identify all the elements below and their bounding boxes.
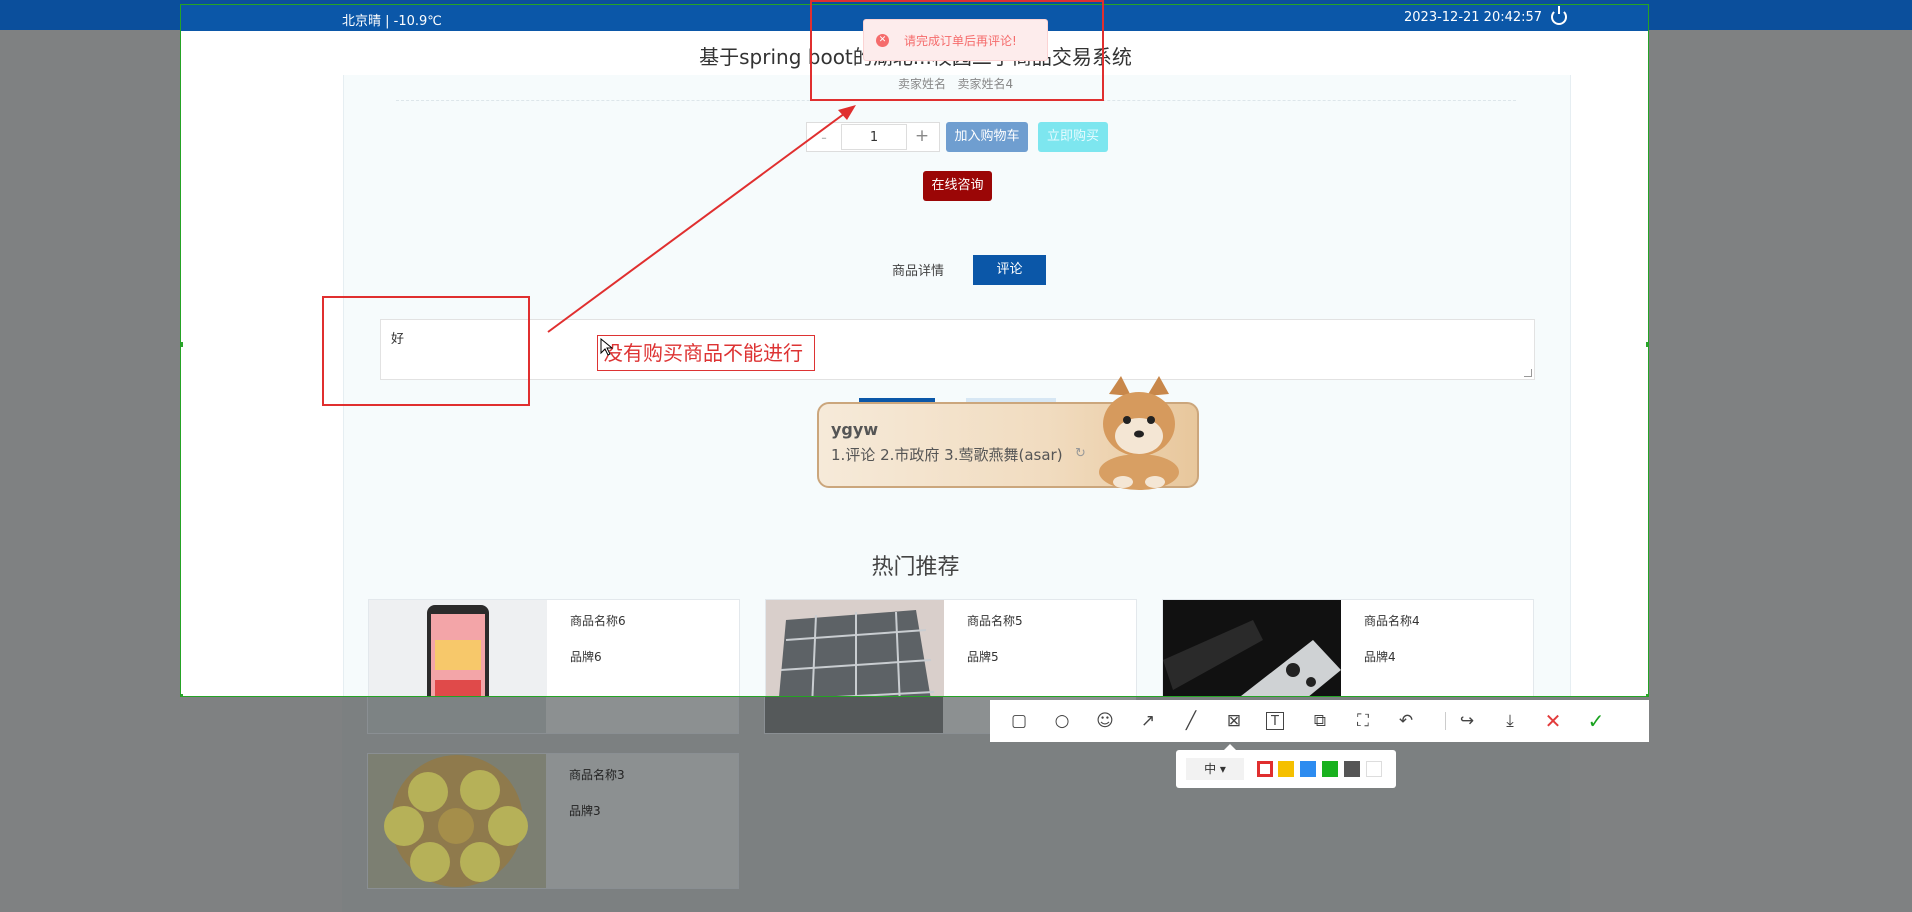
toolbar-separator: [1445, 712, 1446, 730]
mouse-cursor-icon: [600, 338, 614, 356]
tab-review[interactable]: 评论: [973, 255, 1046, 285]
power-icon[interactable]: [1551, 6, 1567, 25]
line-icon[interactable]: ╱: [1180, 710, 1202, 732]
size-value: 中: [1204, 762, 1217, 776]
weather-text: 北京晴 | -10.9℃: [342, 14, 442, 29]
arrow-icon[interactable]: ↗: [1137, 710, 1159, 732]
product-name: 商品名称5: [967, 614, 1023, 628]
annotation-text[interactable]: 没有购买商品不能进行: [597, 335, 815, 371]
color-swatch-green[interactable]: [1322, 761, 1338, 777]
undo-icon[interactable]: ↶: [1395, 710, 1417, 732]
tab-product-detail[interactable]: 商品详情: [881, 257, 955, 287]
buy-now-button[interactable]: 立即购买: [1038, 122, 1108, 152]
product-name: 商品名称6: [570, 614, 626, 628]
product-image: [368, 754, 546, 888]
confirm-icon[interactable]: ✓: [1585, 710, 1607, 732]
product-card[interactable]: 商品名称6 品牌6: [368, 599, 740, 696]
resize-handle[interactable]: [181, 694, 183, 696]
color-swatch-gray[interactable]: [1344, 761, 1360, 777]
product-brand: 品牌3: [569, 804, 601, 818]
pillow-image: [766, 600, 944, 696]
text-icon[interactable]: T: [1266, 712, 1284, 730]
product-brand: 品牌4: [1364, 650, 1396, 664]
ime-candidate-window[interactable]: ygyw 1.评论 2.市政府 3.莺歌燕舞(asar) ↻: [817, 376, 1199, 490]
phone-camera-image: [1163, 600, 1341, 696]
resize-handle[interactable]: [1646, 342, 1648, 347]
download-icon[interactable]: ⤓: [1499, 710, 1521, 732]
passion-fruit-image: [384, 755, 528, 887]
quantity-plus-button[interactable]: +: [912, 126, 932, 146]
size-select[interactable]: 中 ▾: [1186, 758, 1244, 780]
annotation-rectangle[interactable]: [322, 296, 530, 406]
product-image: [766, 600, 944, 696]
product-name: 商品名称3: [569, 768, 625, 782]
annotation-arrow[interactable]: [540, 100, 860, 340]
product-brand: 品牌5: [967, 650, 999, 664]
color-swatch-red[interactable]: [1257, 761, 1273, 777]
emoji-icon[interactable]: ☺: [1094, 710, 1116, 732]
error-icon: ✕: [876, 34, 889, 47]
product-name: 商品名称4: [1364, 614, 1420, 628]
toast-message: 请完成订单后再评论!: [904, 34, 1017, 48]
ime-typed-text: ygyw: [831, 420, 879, 439]
refresh-icon[interactable]: ↻: [1075, 446, 1086, 461]
phone-image: [427, 605, 489, 696]
color-swatch-blue[interactable]: [1300, 761, 1316, 777]
resize-handle[interactable]: [181, 342, 183, 347]
add-to-cart-button[interactable]: 加入购物车: [946, 122, 1028, 152]
resize-grip-icon[interactable]: [1524, 369, 1532, 377]
mosaic-icon[interactable]: ⊠: [1223, 710, 1245, 732]
error-toast: ✕ 请完成订单后再评论!: [863, 19, 1048, 61]
product-image: [1163, 600, 1341, 696]
close-icon[interactable]: ✕: [1542, 710, 1564, 732]
ocr-icon[interactable]: ⛶: [1352, 710, 1374, 732]
product-card[interactable]: 商品名称5 品牌5: [765, 599, 1137, 696]
datetime-text: 2023-12-21 20:42:57: [1404, 10, 1543, 25]
product-card[interactable]: 商品名称4 品牌4: [1162, 599, 1534, 696]
product-brand: 品牌6: [570, 650, 602, 664]
color-swatch-white[interactable]: [1366, 761, 1382, 777]
annotation-style-bar: 中 ▾: [1176, 744, 1396, 788]
ime-candidates[interactable]: 1.评论 2.市政府 3.莺歌燕舞(asar): [831, 444, 1063, 465]
product-card[interactable]: 商品名称3 品牌3: [367, 753, 739, 889]
online-chat-button[interactable]: 在线咨询: [923, 171, 992, 201]
rectangle-icon[interactable]: ▢: [1008, 710, 1030, 732]
share-icon[interactable]: ↪: [1456, 710, 1478, 732]
pin-icon[interactable]: ⧉: [1309, 710, 1331, 732]
screenshot-toolbar: ▢ ○ ☺ ↗ ╱ ⊠ T ⧉ ⛶ ↶ ↪ ⤓ ✕ ✓: [990, 700, 1649, 742]
product-image: [369, 600, 547, 696]
color-swatch-yellow[interactable]: [1278, 761, 1294, 777]
circle-icon[interactable]: ○: [1051, 710, 1073, 732]
shiba-dog-image: [1099, 376, 1179, 490]
hot-recommend-title: 热门推荐: [871, 555, 960, 580]
resize-handle[interactable]: [1646, 694, 1648, 696]
